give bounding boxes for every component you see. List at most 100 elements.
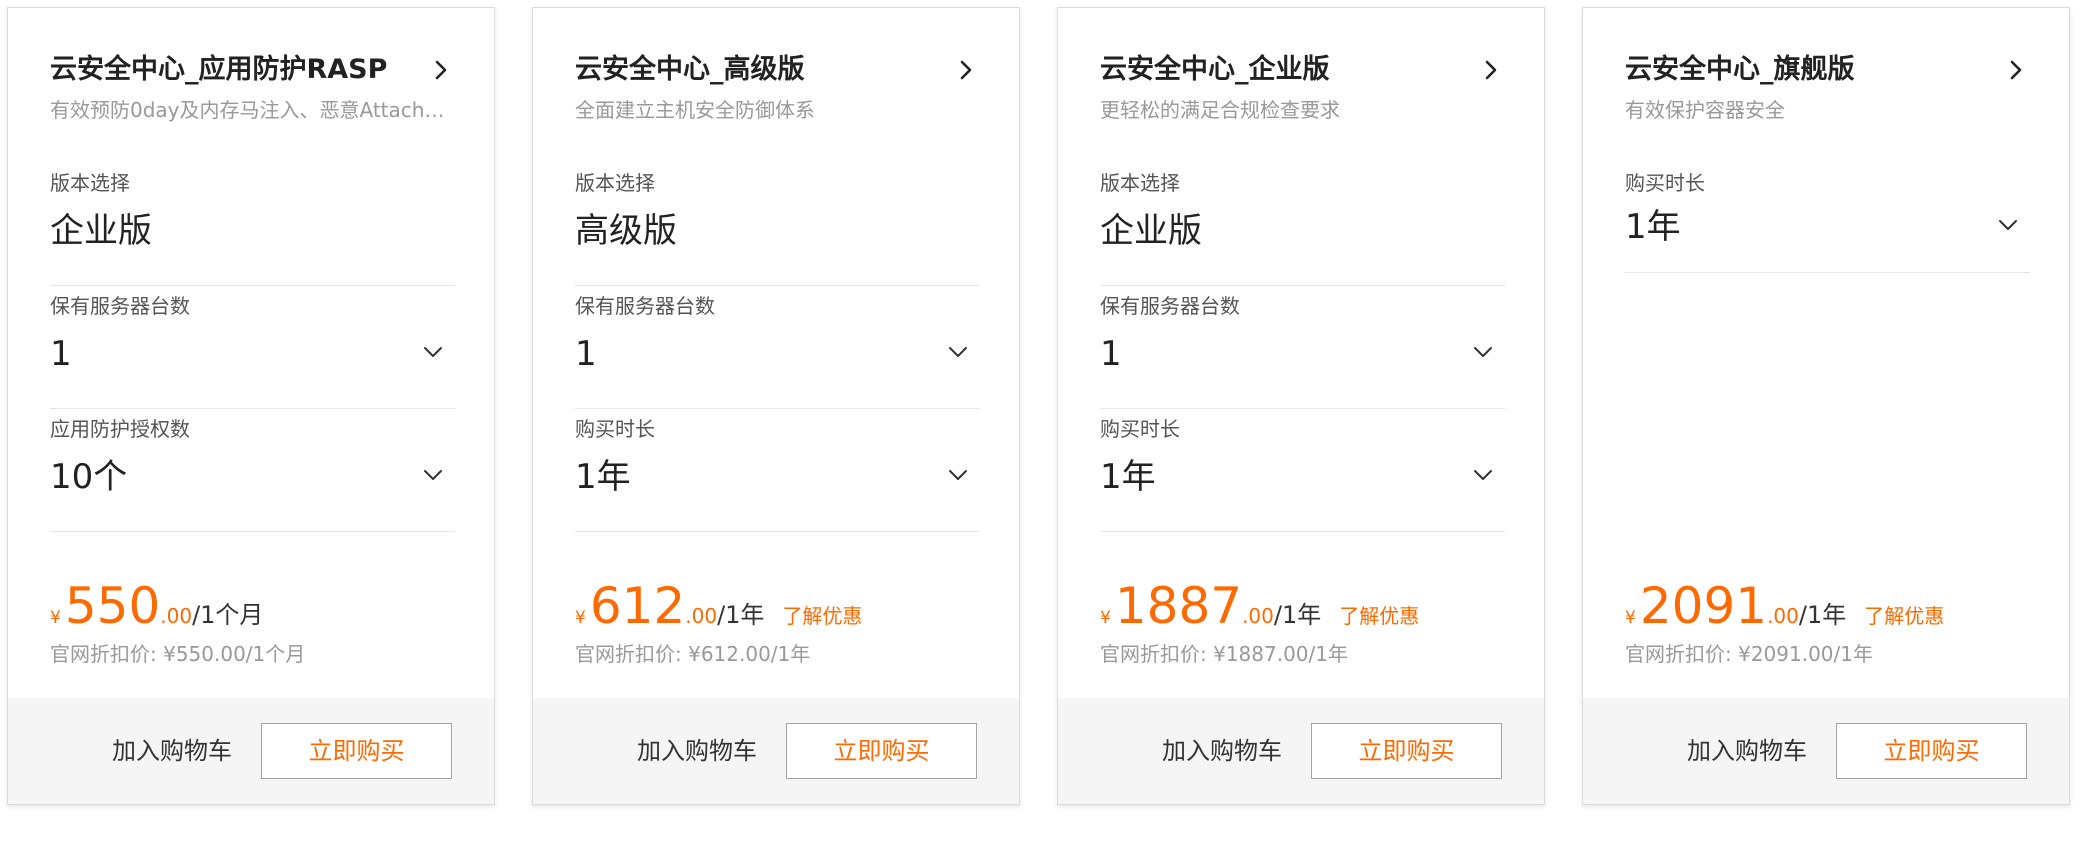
option-label: 版本选择	[1100, 171, 1180, 195]
price-amount: 550	[64, 577, 161, 635]
official-price: 官网折扣价: ¥550.00/1个月	[50, 642, 306, 666]
price-block: ¥2091.00/1年 了解优惠 官网折扣价: ¥2091.00/1年	[1625, 578, 2045, 668]
price-amount: 612	[589, 577, 686, 635]
card-footer: 加入购物车 立即购买	[8, 698, 494, 804]
option-duration-select[interactable]: 购买时长 1年	[1100, 409, 1505, 532]
currency-symbol: ¥	[575, 608, 586, 628]
option-label: 保有服务器台数	[1100, 294, 1240, 318]
currency-symbol: ¥	[1625, 608, 1636, 628]
option-license-count-select[interactable]: 应用防护授权数 10个	[50, 409, 455, 532]
add-to-cart-button[interactable]: 加入购物车	[1687, 734, 1807, 768]
price-line: ¥2091.00/1年 了解优惠	[1625, 578, 2045, 634]
option-server-count-select[interactable]: 保有服务器台数 1	[575, 286, 980, 409]
add-to-cart-button[interactable]: 加入购物车	[112, 734, 232, 768]
price-amount: 2091	[1639, 577, 1768, 635]
option-value: 1	[575, 334, 597, 374]
official-price: 官网折扣价: ¥1887.00/1年	[1100, 642, 1348, 666]
chevron-down-icon[interactable]	[946, 340, 970, 364]
official-price: 官网折扣价: ¥2091.00/1年	[1625, 642, 1873, 666]
price-amount: 1887	[1114, 577, 1243, 635]
option-value: 1	[50, 334, 72, 374]
product-card-list: 云安全中心_应用防护RASP 有效预防0day及内存马注入、恶意Attach… …	[0, 0, 2080, 841]
option-list: 购买时长 1年	[1625, 163, 2030, 273]
option-version: 版本选择 高级版	[575, 163, 980, 286]
option-label: 版本选择	[575, 171, 655, 195]
option-value: 企业版	[50, 211, 152, 251]
price-unit: /1年	[717, 601, 765, 629]
card-description: 有效保护容器安全	[1625, 98, 1785, 122]
card-description: 全面建立主机安全防御体系	[575, 98, 815, 122]
product-card-enterprise: 云安全中心_企业版 更轻松的满足合规检查要求 版本选择 企业版 保有服务器台数 …	[1057, 7, 1545, 805]
currency-symbol: ¥	[50, 608, 61, 628]
chevron-down-icon[interactable]	[421, 340, 445, 364]
option-list: 版本选择 企业版 保有服务器台数 1 购买时长 1年	[1100, 163, 1505, 532]
option-value: 10个	[50, 457, 128, 497]
chevron-right-icon[interactable]	[1477, 56, 1505, 84]
discount-info-link[interactable]: 了解优惠	[782, 604, 862, 628]
card-header: 云安全中心_应用防护RASP 有效预防0day及内存马注入、恶意Attach…	[50, 50, 455, 124]
option-label: 应用防护授权数	[50, 417, 190, 441]
card-title[interactable]: 云安全中心_应用防护RASP	[50, 50, 455, 90]
card-title[interactable]: 云安全中心_高级版	[575, 50, 980, 90]
chevron-down-icon[interactable]	[421, 463, 445, 487]
option-value: 1年	[575, 457, 631, 497]
option-duration-select[interactable]: 购买时长 1年	[1625, 163, 2030, 273]
price-unit: /1年	[1273, 601, 1322, 629]
chevron-right-icon[interactable]	[427, 56, 455, 84]
price-decimal: .00	[160, 604, 193, 628]
official-price: 官网折扣价: ¥612.00/1年	[575, 642, 811, 666]
buy-now-button[interactable]: 立即购买	[1836, 723, 2027, 779]
add-to-cart-button[interactable]: 加入购物车	[1162, 734, 1282, 768]
option-label: 购买时长	[1625, 171, 1705, 195]
option-list: 版本选择 企业版 保有服务器台数 1 应用防护授权数 10个	[50, 163, 455, 532]
chevron-down-icon[interactable]	[1996, 213, 2020, 237]
option-version: 版本选择 企业版	[50, 163, 455, 286]
option-value: 企业版	[1100, 211, 1202, 251]
option-label: 版本选择	[50, 171, 130, 195]
buy-now-button[interactable]: 立即购买	[261, 723, 452, 779]
card-header: 云安全中心_高级版 全面建立主机安全防御体系	[575, 50, 980, 124]
price-block: ¥612.00/1年 了解优惠 官网折扣价: ¥612.00/1年	[575, 578, 995, 668]
discount-info-link[interactable]: 了解优惠	[1864, 604, 1944, 628]
card-footer: 加入购物车 立即购买	[1583, 698, 2069, 804]
card-footer: 加入购物车 立即购买	[533, 698, 1019, 804]
product-card-rasp: 云安全中心_应用防护RASP 有效预防0day及内存马注入、恶意Attach… …	[7, 7, 495, 805]
card-footer: 加入购物车 立即购买	[1058, 698, 1544, 804]
option-label: 保有服务器台数	[575, 294, 715, 318]
option-list: 版本选择 高级版 保有服务器台数 1 购买时长 1年	[575, 163, 980, 532]
option-duration-select[interactable]: 购买时长 1年	[575, 409, 980, 532]
price-decimal: .00	[685, 604, 718, 628]
discount-info-link[interactable]: 了解优惠	[1339, 604, 1419, 628]
option-version: 版本选择 企业版	[1100, 163, 1505, 286]
chevron-down-icon[interactable]	[1471, 340, 1495, 364]
product-card-advanced: 云安全中心_高级版 全面建立主机安全防御体系 版本选择 高级版 保有服务器台数 …	[532, 7, 1020, 805]
option-value: 1年	[1100, 457, 1156, 497]
card-title[interactable]: 云安全中心_旗舰版	[1625, 50, 2030, 90]
currency-symbol: ¥	[1100, 608, 1111, 628]
option-value: 1	[1100, 334, 1122, 374]
add-to-cart-button[interactable]: 加入购物车	[637, 734, 757, 768]
price-line: ¥550.00/1个月	[50, 578, 470, 634]
option-label: 保有服务器台数	[50, 294, 190, 318]
price-decimal: .00	[1767, 604, 1799, 628]
card-title[interactable]: 云安全中心_企业版	[1100, 50, 1505, 90]
option-value: 高级版	[575, 211, 677, 251]
option-server-count-select[interactable]: 保有服务器台数 1	[1100, 286, 1505, 409]
card-description: 有效预防0day及内存马注入、恶意Attach…	[50, 98, 445, 122]
card-header: 云安全中心_企业版 更轻松的满足合规检查要求	[1100, 50, 1505, 124]
price-block: ¥550.00/1个月 官网折扣价: ¥550.00/1个月	[50, 578, 470, 668]
option-server-count-select[interactable]: 保有服务器台数 1	[50, 286, 455, 409]
price-unit: /1年	[1798, 601, 1847, 629]
price-block: ¥1887.00/1年 了解优惠 官网折扣价: ¥1887.00/1年	[1100, 578, 1520, 668]
chevron-right-icon[interactable]	[952, 56, 980, 84]
chevron-right-icon[interactable]	[2002, 56, 2030, 84]
chevron-down-icon[interactable]	[1471, 463, 1495, 487]
buy-now-button[interactable]: 立即购买	[786, 723, 977, 779]
price-unit: /1个月	[192, 601, 264, 629]
buy-now-button[interactable]: 立即购买	[1311, 723, 1502, 779]
price-line: ¥1887.00/1年 了解优惠	[1100, 578, 1520, 634]
card-description: 更轻松的满足合规检查要求	[1100, 98, 1340, 122]
card-header: 云安全中心_旗舰版 有效保护容器安全	[1625, 50, 2030, 124]
chevron-down-icon[interactable]	[946, 463, 970, 487]
option-label: 购买时长	[1100, 417, 1180, 441]
